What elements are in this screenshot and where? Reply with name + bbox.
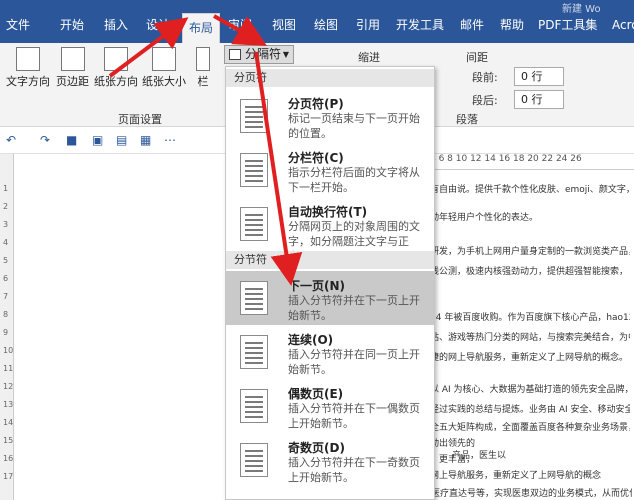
tab-references[interactable]: 引用 xyxy=(356,14,380,36)
more-icon[interactable]: ⋯ xyxy=(164,133,176,147)
page-break-icon xyxy=(240,99,268,133)
space-before-label: 段前: xyxy=(472,71,498,84)
doc-text-line: 勤年轻用户个性化的表达。 xyxy=(430,213,539,223)
tab-mailings[interactable]: 邮件 xyxy=(460,14,484,36)
save-icon[interactable]: ■ xyxy=(66,133,77,147)
tab-home[interactable]: 开始 xyxy=(60,14,84,36)
format-icon[interactable]: ▦ xyxy=(140,133,151,147)
chevron-down-icon: ▼ xyxy=(282,50,289,59)
undo-icon[interactable]: ↶ xyxy=(6,133,16,147)
group-page-setup-label: 页面设置 xyxy=(118,113,162,126)
tab-file[interactable]: 文件 xyxy=(6,14,30,36)
indent-label: 缩进 xyxy=(358,51,380,64)
margins-icon xyxy=(60,47,85,71)
section-header-page-breaks: 分页符 xyxy=(226,69,434,87)
tab-view[interactable]: 视图 xyxy=(272,14,296,36)
doc-text-line: 站、游戏等热门分类的网站，与搜索完美结合，为中 xyxy=(430,333,630,343)
doc-text-line: 以 AI 为核心、大数据为基础打造的领先安全品牌， xyxy=(430,385,630,395)
space-after-input[interactable]: 0 行 xyxy=(514,90,564,109)
tab-insert[interactable]: 插入 xyxy=(104,14,128,36)
menu-item-text-wrapping-break[interactable]: 自动换行符(T)分隔网页上的对象周围的文字，如分隔题注文字与正文。 xyxy=(226,197,434,263)
tab-review[interactable]: 审阅 xyxy=(228,14,252,36)
group-paragraph-label: 段落 xyxy=(456,113,478,126)
redo-icon[interactable]: ↷ xyxy=(40,133,50,147)
tab-layout[interactable]: 布局 xyxy=(182,13,221,43)
column-break-icon xyxy=(240,153,268,187)
menu-item-even-page[interactable]: 偶数页(E) 插入分节符并在下一偶数页上开始新节。 xyxy=(226,379,434,433)
separator-dropdown[interactable]: 分隔符 ▼ xyxy=(224,45,294,64)
space-before-input[interactable]: 0 行 xyxy=(514,67,564,86)
menu-item-continuous[interactable]: 连续(O) 插入分节符并在同一页上开始新节。 xyxy=(226,325,434,379)
horizontal-ruler: 4 6 8 10 12 14 16 18 20 22 24 26 xyxy=(430,154,634,170)
preview-icon[interactable]: ▤ xyxy=(116,133,127,147)
text-direction-icon xyxy=(16,47,40,71)
doc-text-line: 经过实践的总结与提炼。业务由 AI 安全、移动安全、 xyxy=(430,405,630,415)
doc-text-line: 产品，医生以 xyxy=(452,451,507,461)
tab-draw[interactable]: 绘图 xyxy=(314,14,338,36)
columns-icon xyxy=(196,47,210,71)
separator-menu: 分页符 分页符(P) 标记一页结束与下一页开始的位置。 分栏符(C) 指示分栏符后面… xyxy=(225,66,435,500)
orientation-button[interactable]: 纸张方向 xyxy=(94,47,138,89)
even-page-icon xyxy=(240,389,268,423)
odd-page-icon xyxy=(240,443,268,477)
tab-pdf-tools[interactable]: PDF工具集 xyxy=(538,14,597,36)
orientation-icon xyxy=(104,47,128,71)
page-size-icon xyxy=(152,47,176,71)
doc-text-line: 94 年被百度收购。作为百度旗下核心产品，hao123 及 xyxy=(430,313,630,323)
columns-button[interactable]: 栏 xyxy=(196,47,210,89)
tab-help[interactable]: 帮助 xyxy=(500,14,524,36)
separator-icon xyxy=(229,49,241,60)
spacing-label: 间距 xyxy=(466,51,488,64)
section-header-section-breaks: 分节符 xyxy=(226,251,434,269)
menu-item-odd-page[interactable]: 奇数页(D) 插入分节符并在下一奇数页上开始新节。 xyxy=(226,433,434,487)
next-page-icon xyxy=(240,281,268,315)
text-direction-button[interactable]: 文字方向 xyxy=(6,47,50,89)
menu-item-column-break[interactable]: 分栏符(C) 指示分栏符后面的文字将从下一栏开始。 xyxy=(226,143,434,197)
doc-text-line: 网上导航服务，重新定义了上网导航的概念 xyxy=(430,471,602,481)
page-size-button[interactable]: 纸张大小 xyxy=(142,47,186,89)
window-title: 新建 Wo xyxy=(562,4,601,15)
vertical-ruler: 1 2 3 4 5 6 7 8 9 10 11 12 13 14 15 16 1… xyxy=(0,154,14,500)
tab-developer[interactable]: 开发工具 xyxy=(396,14,444,36)
tab-acrobat[interactable]: Acro xyxy=(612,14,634,36)
doc-text-line: 有自由说。提供千款个性化皮肤、emoji、颜文字，热 xyxy=(430,185,630,195)
print-icon[interactable]: ▣ xyxy=(92,133,103,147)
doc-text-line: 全五大矩阵构成，全面覆盖百度各种复杂业务场景， xyxy=(430,423,630,433)
space-after-label: 段后: xyxy=(472,94,498,107)
doc-text-line: 捷的网上导航服务，重新定义了上网导航的概念。 xyxy=(430,353,629,363)
text-wrapping-icon xyxy=(240,207,268,241)
menu-item-next-page[interactable]: 下一页(N) 插入分节符并在下一页上开始新节。 xyxy=(226,271,434,325)
margins-button[interactable]: 页边距 xyxy=(56,47,89,89)
tab-design[interactable]: 设计 xyxy=(146,14,170,36)
doc-text-line: 研发，为手机上网用户量身定制的一款浏览类产品， xyxy=(430,247,630,257)
menu-item-page-break[interactable]: 分页符(P) 标记一页结束与下一页开始的位置。 xyxy=(226,89,434,143)
doc-text-line: 线公测，极速内核强劲动力，提供超强智能搜索， xyxy=(430,267,629,277)
title-ribbon-bar: 新建 Wo 文件 开始 插入 设计 布局 审阅 视图 绘图 引用 开发工具 邮件… xyxy=(0,0,634,43)
continuous-icon xyxy=(240,335,268,369)
